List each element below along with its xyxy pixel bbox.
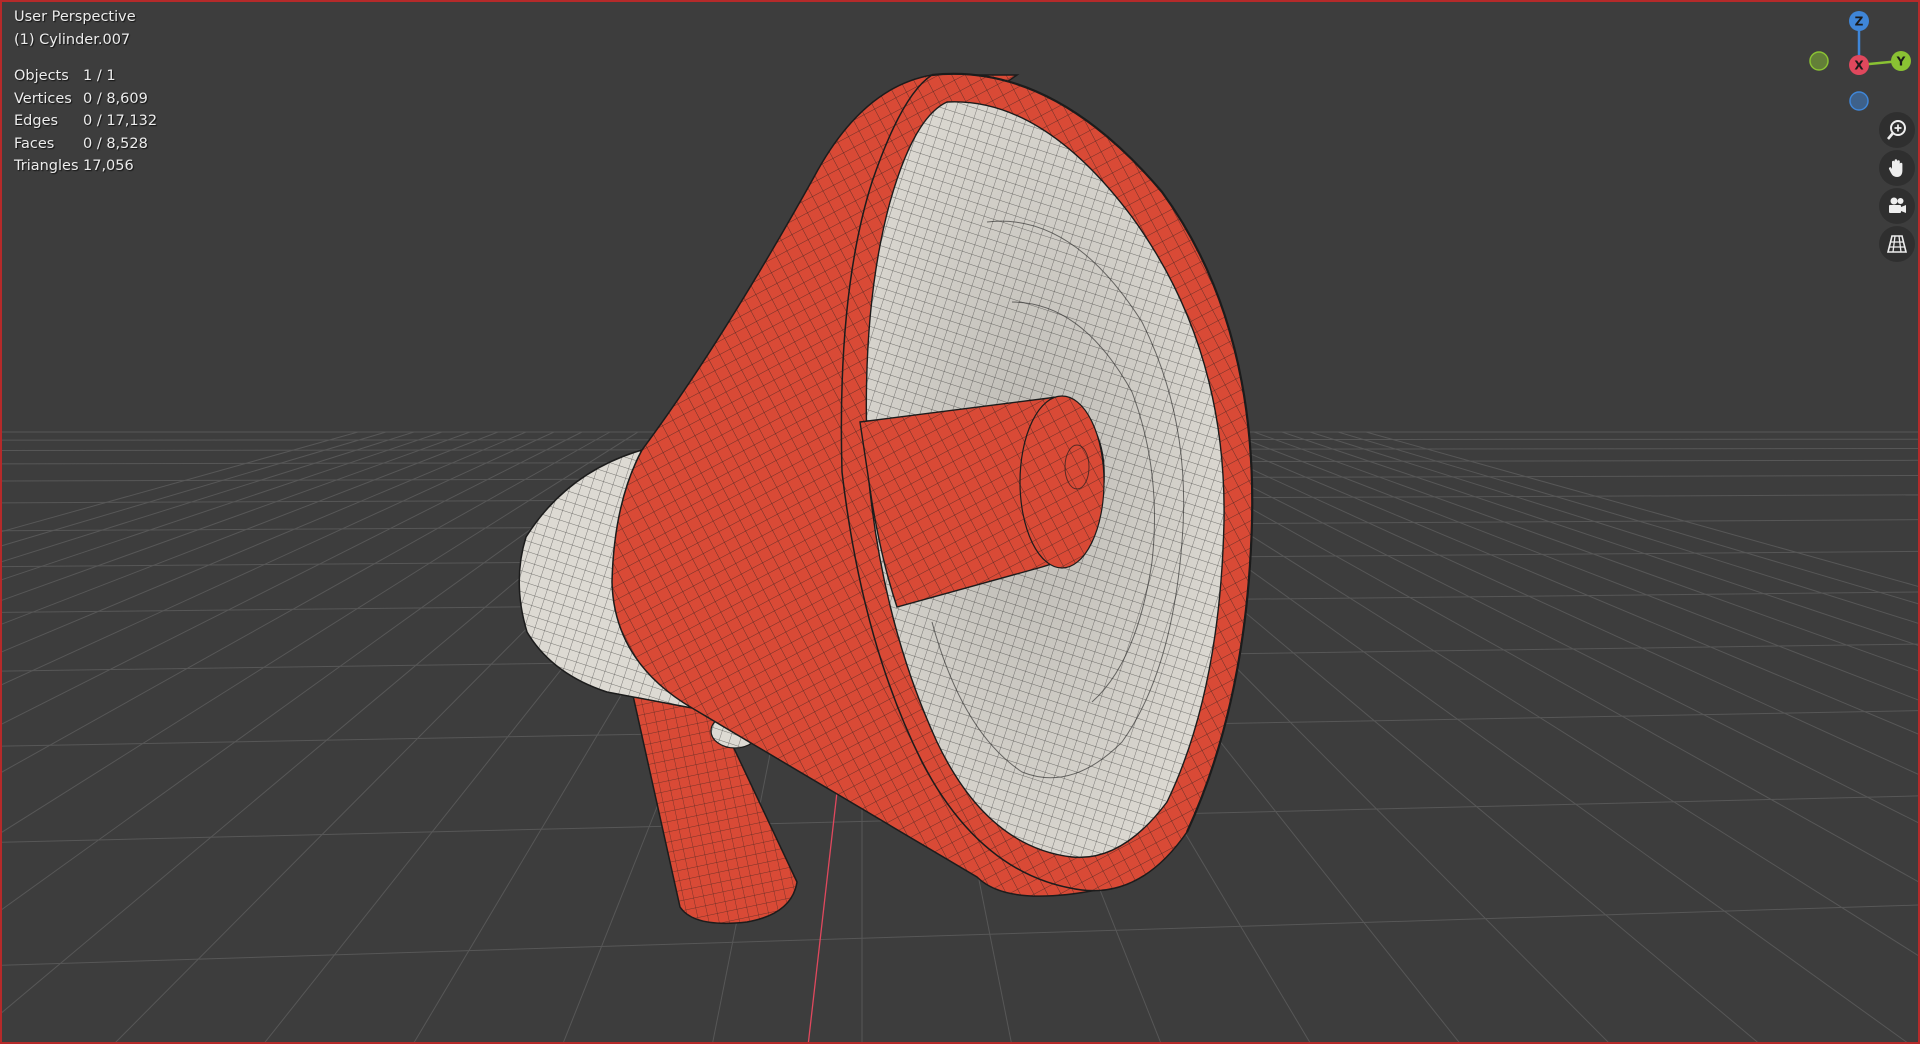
- camera-icon[interactable]: [1879, 188, 1915, 224]
- view-name: User Perspective: [14, 9, 136, 25]
- stat-value: 0 / 17,132: [83, 113, 158, 129]
- gizmo-x-label: X: [1854, 59, 1864, 73]
- grid-line: [1337, 431, 1918, 605]
- stat-row-objects: Objects 1 / 1: [14, 65, 157, 88]
- grid-line: [2, 431, 443, 581]
- gizmo-neg-y[interactable]: [1809, 51, 1829, 71]
- stat-row-vertices: Vertices 0 / 8,609: [14, 88, 157, 111]
- stat-value: 0 / 8,609: [83, 90, 148, 107]
- stat-row-triangles: Triangles 17,056: [14, 155, 157, 178]
- stat-label: Objects: [14, 68, 69, 84]
- grid-line: [1365, 431, 1918, 587]
- gizmo-y-label: Y: [1896, 55, 1906, 69]
- 3d-viewport[interactable]: User Perspective (1) Cylinder.007 Object…: [0, 0, 1920, 1044]
- stat-label: Triangles: [14, 158, 79, 174]
- active-object-name: (1) Cylinder.007: [14, 31, 131, 48]
- stat-value: 17,056: [83, 158, 134, 174]
- grid-line: [1309, 431, 1918, 624]
- grid-line: [2, 431, 359, 533]
- grid-line: [1253, 431, 1918, 672]
- grid-line: [2, 431, 555, 686]
- stat-label: Faces: [14, 135, 55, 152]
- viewport-scene[interactable]: [2, 2, 1920, 1044]
- perspective-grid-icon[interactable]: [1879, 226, 1915, 262]
- pan-hand-icon[interactable]: [1879, 150, 1915, 186]
- stat-row-faces: Faces 0 / 8,528: [14, 133, 157, 156]
- view-info: User Perspective (1) Cylinder.007: [14, 6, 136, 51]
- stat-label: Edges: [14, 113, 59, 129]
- megaphone-model[interactable]: [518, 72, 1254, 925]
- gizmo-neg-z[interactable]: [1849, 91, 1869, 111]
- stat-value: 0 / 8,528: [83, 135, 148, 152]
- scene-statistics: Objects 1 / 1 Vertices 0 / 8,609 Edges 0 / …: [14, 65, 157, 178]
- driver-cap[interactable]: [1019, 395, 1105, 569]
- navigation-gizmo[interactable]: Z Y X: [1792, 6, 1920, 126]
- stat-label: Vertices: [14, 90, 72, 107]
- stat-value: 1 / 1: [83, 68, 116, 84]
- grid-line: [2, 431, 583, 725]
- grid-line: [2, 431, 387, 547]
- zoom-icon[interactable]: [1879, 112, 1915, 148]
- grid-line: [2, 904, 1918, 966]
- stat-row-edges: Edges 0 / 17,132: [14, 110, 157, 133]
- gizmo-z-label: Z: [1855, 15, 1864, 29]
